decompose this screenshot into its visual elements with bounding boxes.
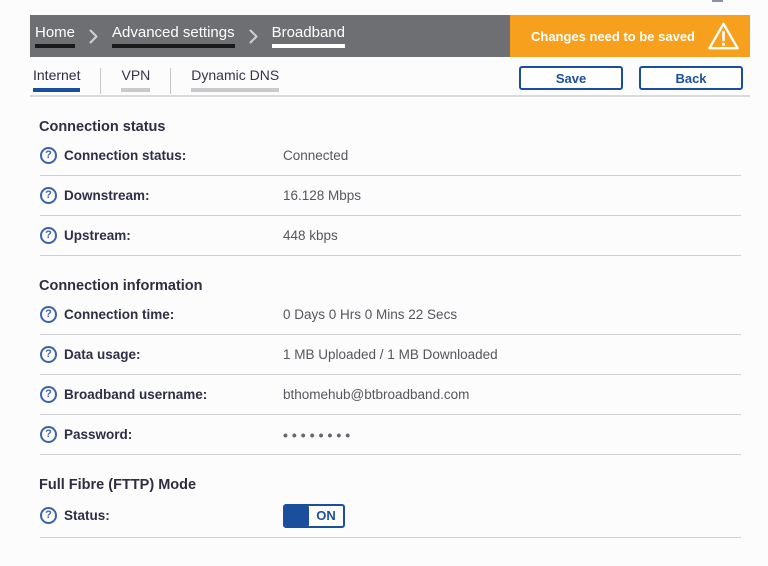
section-rows: ? Status: ON xyxy=(30,494,750,538)
row-value: 448 kbps xyxy=(283,228,338,243)
clipped-icon xyxy=(712,0,723,2)
save-button[interactable]: Save xyxy=(519,66,623,90)
banner-text: Changes need to be saved xyxy=(531,29,695,44)
toggle-state-label: ON xyxy=(309,506,343,526)
tab-underline xyxy=(33,88,80,92)
chevron-right-icon xyxy=(249,29,258,44)
breadcrumb-item-advanced-settings[interactable]: Advanced settings xyxy=(112,25,235,48)
row-value: 0 Days 0 Hrs 0 Mins 22 Secs xyxy=(283,307,457,322)
help-icon[interactable]: ? xyxy=(40,346,57,363)
row-value: bthomehub@btbroadband.com xyxy=(283,387,469,402)
help-icon[interactable]: ? xyxy=(40,426,57,443)
help-icon[interactable]: ? xyxy=(40,187,57,204)
info-row: ? Status: ON xyxy=(40,494,741,538)
warning-icon xyxy=(707,21,740,51)
section-title: Connection information xyxy=(39,278,750,295)
breadcrumb: Home Advanced settings Broadband xyxy=(30,15,510,57)
row-value: 1 MB Uploaded / 1 MB Downloaded xyxy=(283,347,498,362)
info-row: ? Connection time: 0 Days 0 Hrs 0 Mins 2… xyxy=(40,295,741,335)
help-icon[interactable]: ? xyxy=(40,147,57,164)
help-icon[interactable]: ? xyxy=(40,227,57,244)
row-label: Connection time: xyxy=(64,307,174,322)
tab-underline xyxy=(191,88,279,92)
info-row: ? Downstream: 16.128 Mbps xyxy=(40,176,741,216)
row-label: Broadband username: xyxy=(64,387,207,402)
header: Home Advanced settings Broadband Changes… xyxy=(30,15,750,57)
breadcrumb-item-underline xyxy=(35,44,75,48)
section-rows: ? Connection status: Connected ? Downstr… xyxy=(30,136,750,256)
settings-section: Full Fibre (FTTP) Mode ? Status: ON xyxy=(30,477,750,538)
info-row: ? Data usage: 1 MB Uploaded / 1 MB Downl… xyxy=(40,335,741,375)
row-label: Status: xyxy=(64,508,110,523)
tab-separator xyxy=(100,68,101,94)
broadband-settings-page: Home Advanced settings Broadband Changes… xyxy=(0,0,768,566)
breadcrumb-item-label: Home xyxy=(35,25,75,41)
breadcrumb-item-label: Broadband xyxy=(272,25,345,41)
row-value: Connected xyxy=(283,148,348,163)
back-button[interactable]: Back xyxy=(639,66,743,90)
breadcrumb-item-label: Advanced settings xyxy=(112,25,235,41)
tab-vpn[interactable]: VPN xyxy=(107,68,164,92)
row-label: Password: xyxy=(64,427,132,442)
row-value: •••••••• xyxy=(283,427,354,443)
tab-label: Dynamic DNS xyxy=(191,68,279,83)
section-title: Connection status xyxy=(39,119,750,136)
help-icon[interactable]: ? xyxy=(40,507,57,524)
tab-dynamic-dns[interactable]: Dynamic DNS xyxy=(177,68,293,92)
chevron-right-icon xyxy=(89,29,98,44)
unsaved-changes-banner: Changes need to be saved xyxy=(510,15,750,57)
tab-internet[interactable]: Internet xyxy=(30,68,94,92)
help-icon[interactable]: ? xyxy=(40,306,57,323)
tab-label: Internet xyxy=(33,68,80,83)
row-label: Downstream: xyxy=(64,188,150,203)
tab-label: VPN xyxy=(121,68,150,83)
toggle-knob xyxy=(285,506,309,526)
info-row: ? Password: •••••••• xyxy=(40,415,741,455)
status-toggle[interactable]: ON xyxy=(283,504,345,528)
help-icon[interactable]: ? xyxy=(40,386,57,403)
row-label: Upstream: xyxy=(64,228,131,243)
breadcrumb-item-underline xyxy=(272,44,345,48)
breadcrumb-item-underline xyxy=(112,44,235,48)
content: Connection status ? Connection status: C… xyxy=(30,97,750,538)
settings-section: Connection information ? Connection time… xyxy=(30,278,750,455)
tab-bar-container: Internet VPN Dynamic DNS Save Back xyxy=(30,57,750,97)
row-label: Connection status: xyxy=(64,148,186,163)
tab-separator xyxy=(170,68,171,94)
info-row: ? Connection status: Connected xyxy=(40,136,741,176)
info-row: ? Upstream: 448 kbps xyxy=(40,216,741,256)
info-row: ? Broadband username: bthomehub@btbroadb… xyxy=(40,375,741,415)
breadcrumb-item-home[interactable]: Home xyxy=(35,25,75,48)
settings-section: Connection status ? Connection status: C… xyxy=(30,119,750,256)
row-value: 16.128 Mbps xyxy=(283,188,361,203)
breadcrumb-item-broadband[interactable]: Broadband xyxy=(272,25,345,48)
section-rows: ? Connection time: 0 Days 0 Hrs 0 Mins 2… xyxy=(30,295,750,455)
tab-underline xyxy=(121,88,150,92)
row-label: Data usage: xyxy=(64,347,141,362)
section-title: Full Fibre (FTTP) Mode xyxy=(39,477,750,494)
